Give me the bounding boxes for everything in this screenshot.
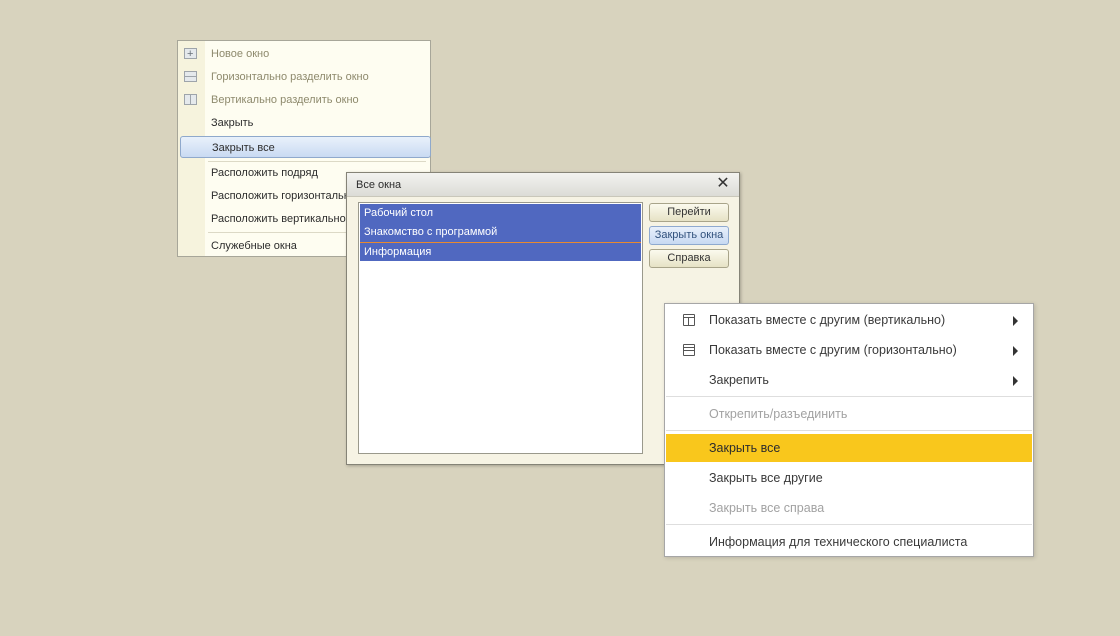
menu-item-close-all[interactable]: Закрыть все [666, 434, 1032, 462]
menu-item-label: Показать вместе с другим (горизонтально) [709, 343, 957, 357]
menu-item-label: Закрыть [211, 117, 254, 129]
menu-item-label: Расположить горизонтально [211, 190, 356, 202]
menu-item-tech-info[interactable]: Информация для технического специалиста [666, 528, 1032, 556]
list-item[interactable]: Информация [360, 242, 641, 261]
menu-item-label: Открепить/разъединить [709, 407, 848, 421]
split-vertical-icon [683, 314, 695, 326]
menu-item-label: Закрыть все другие [709, 471, 823, 485]
menu-item-label: Закрепить [709, 373, 769, 387]
menu-item-close-others[interactable]: Закрыть все другие [666, 464, 1032, 492]
list-item[interactable]: Рабочий стол [360, 204, 641, 223]
menu-item-split-vertical[interactable]: Вертикально разделить окно [178, 89, 430, 111]
new-window-icon [184, 43, 197, 65]
go-button[interactable]: Перейти [649, 203, 729, 222]
menu-item-label: Закрыть все справа [709, 501, 825, 515]
vertical-split-icon [184, 94, 197, 105]
close-icon[interactable]: ✕ [715, 176, 731, 192]
help-button[interactable]: Справка [649, 249, 729, 268]
menu-item-unpin[interactable]: Открепить/разъединить [666, 400, 1032, 428]
menu-item-close-right[interactable]: Закрыть все справа [666, 494, 1032, 522]
menu-item-label: Показать вместе с другим (вертикально) [709, 313, 946, 327]
submenu-arrow-icon [1013, 316, 1018, 326]
dialog-titlebar[interactable]: Все окна ✕ [347, 173, 739, 197]
menu-separator [666, 430, 1032, 431]
close-windows-button[interactable]: Закрыть окна [649, 226, 729, 245]
menu-item-show-horizontal[interactable]: Показать вместе с другим (горизонтально) [666, 336, 1032, 364]
menu-separator [666, 396, 1032, 397]
windows-list[interactable]: Рабочий стол Знакомство с программой Инф… [358, 202, 643, 454]
menu-item-label: Горизонтально разделить окно [211, 71, 369, 83]
horizontal-split-icon [184, 71, 197, 82]
menu-item-close[interactable]: Закрыть [178, 112, 430, 134]
menu-item-label: Расположить вертикально [211, 213, 346, 225]
menu-item-split-horizontal[interactable]: Горизонтально разделить окно [178, 66, 430, 88]
menu-item-label: Служебные окна [211, 240, 297, 252]
menu-item-label: Закрыть все [212, 142, 275, 154]
menu-item-label: Расположить подряд [211, 167, 318, 179]
submenu-arrow-icon [1013, 346, 1018, 356]
tab-context-menu: Показать вместе с другим (вертикально) П… [664, 303, 1034, 557]
split-horizontal-icon [683, 344, 695, 356]
submenu-arrow-icon [1013, 376, 1018, 386]
menu-item-show-vertical[interactable]: Показать вместе с другим (вертикально) [666, 306, 1032, 334]
menu-item-pin[interactable]: Закрепить [666, 366, 1032, 394]
menu-item-label: Новое окно [211, 48, 270, 60]
menu-item-new-window[interactable]: Новое окно [178, 43, 430, 65]
menu-item-label: Информация для технического специалиста [709, 535, 968, 549]
menu-item-close-all[interactable]: Закрыть все [180, 136, 431, 158]
dialog-title: Все окна [356, 179, 402, 191]
menu-item-label: Вертикально разделить окно [211, 94, 359, 106]
menu-separator [666, 524, 1032, 525]
menu-item-label: Закрыть все [709, 441, 781, 455]
list-item[interactable]: Знакомство с программой [360, 223, 641, 242]
